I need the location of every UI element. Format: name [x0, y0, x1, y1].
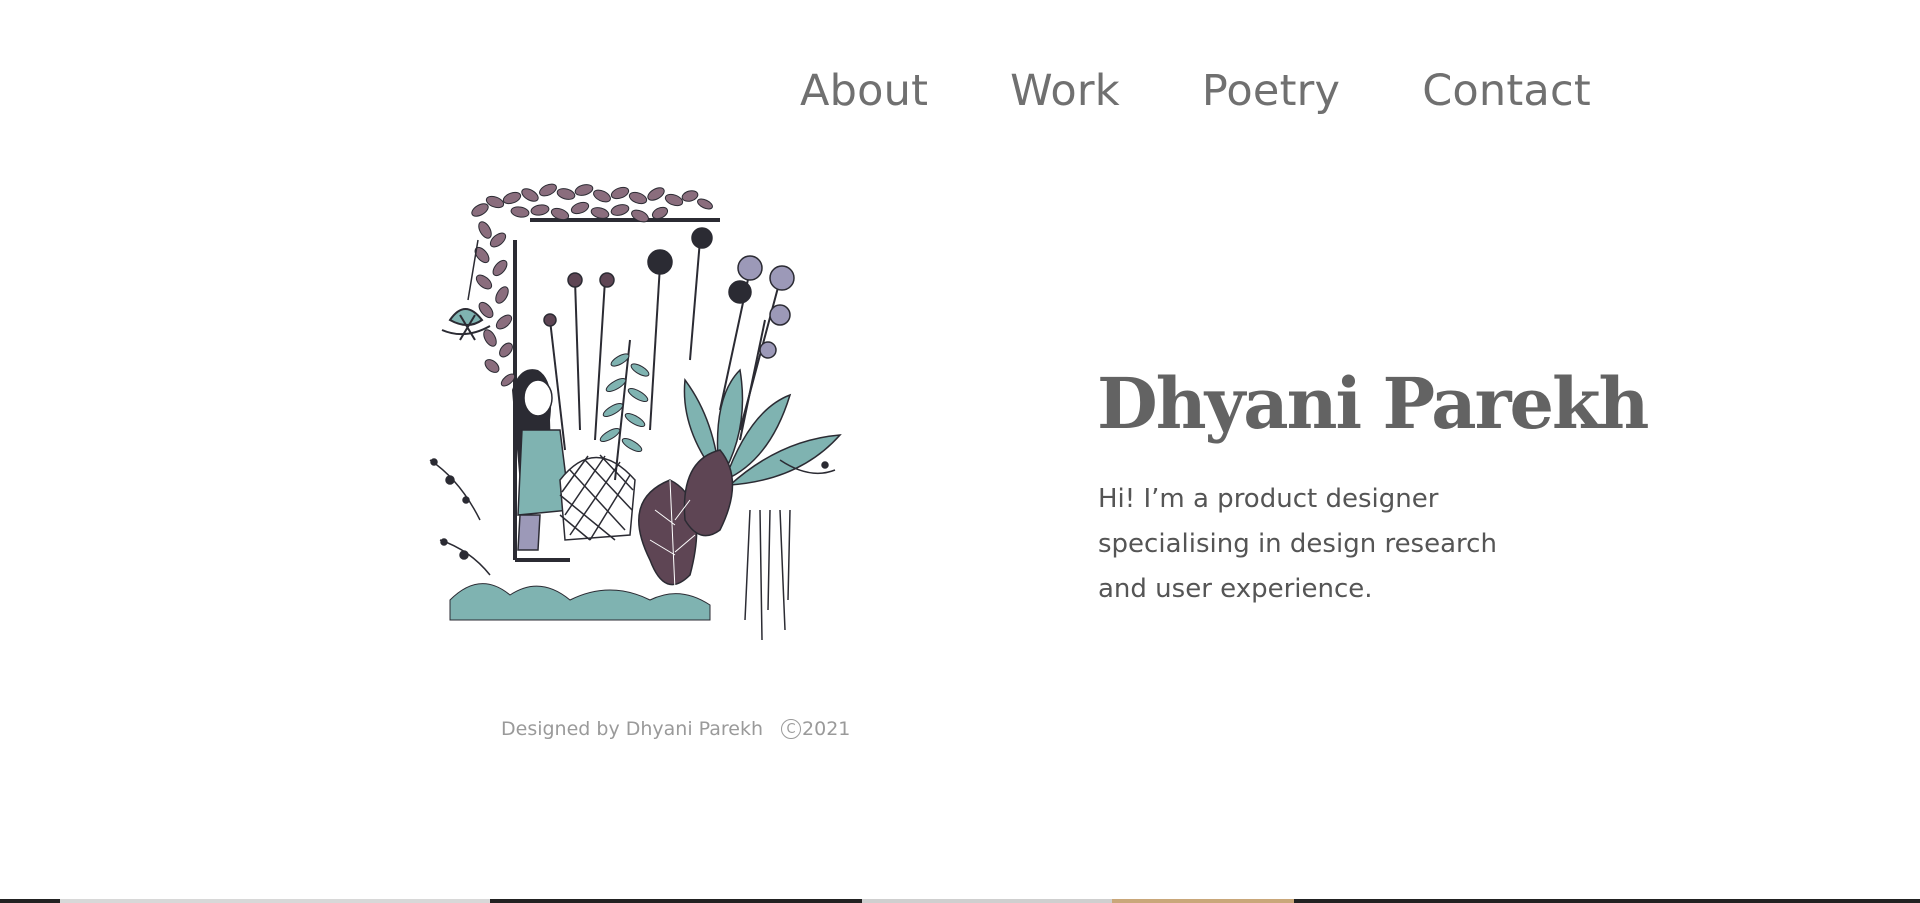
hero-intro: Hi! I’m a product designer specialising … [1098, 477, 1568, 612]
nav-work-link[interactable]: Work [1010, 70, 1120, 113]
nav-about-link[interactable]: About [800, 70, 928, 113]
strip-segment [60, 899, 490, 903]
flower-heads [543, 227, 795, 359]
roots [744, 509, 791, 641]
strip-segment [862, 899, 1112, 903]
grass [449, 583, 711, 621]
footer-credit: Designed by Dhyani Parekh C 2021 [501, 718, 850, 740]
garden-illustration [420, 180, 870, 680]
vine-leaves [471, 183, 713, 387]
nav-poetry-link[interactable]: Poetry [1202, 70, 1340, 113]
hero-name: Dhyani Parekh [1097, 361, 1649, 445]
copyright: C 2021 [781, 718, 850, 740]
strip-segment [490, 899, 862, 903]
intro-line: and user experience. [1098, 574, 1373, 604]
intro-line: specialising in design research [1098, 529, 1497, 559]
copyright-year: 2021 [802, 718, 851, 740]
credit-text: Designed by Dhyani Parekh [501, 718, 764, 740]
wicker-chair [559, 454, 636, 541]
nav-contact-link[interactable]: Contact [1422, 70, 1591, 113]
copyright-icon: C [781, 719, 802, 739]
strip-segment [0, 899, 60, 903]
main-nav: About Work Poetry Contact [800, 70, 1591, 113]
girl-figure [512, 369, 571, 551]
strip-segment [1112, 899, 1294, 903]
plum-leaves [638, 449, 734, 591]
strip-segment [1294, 899, 1920, 903]
bottom-strip [0, 899, 1920, 903]
intro-line: Hi! I’m a product designer [1098, 484, 1439, 514]
